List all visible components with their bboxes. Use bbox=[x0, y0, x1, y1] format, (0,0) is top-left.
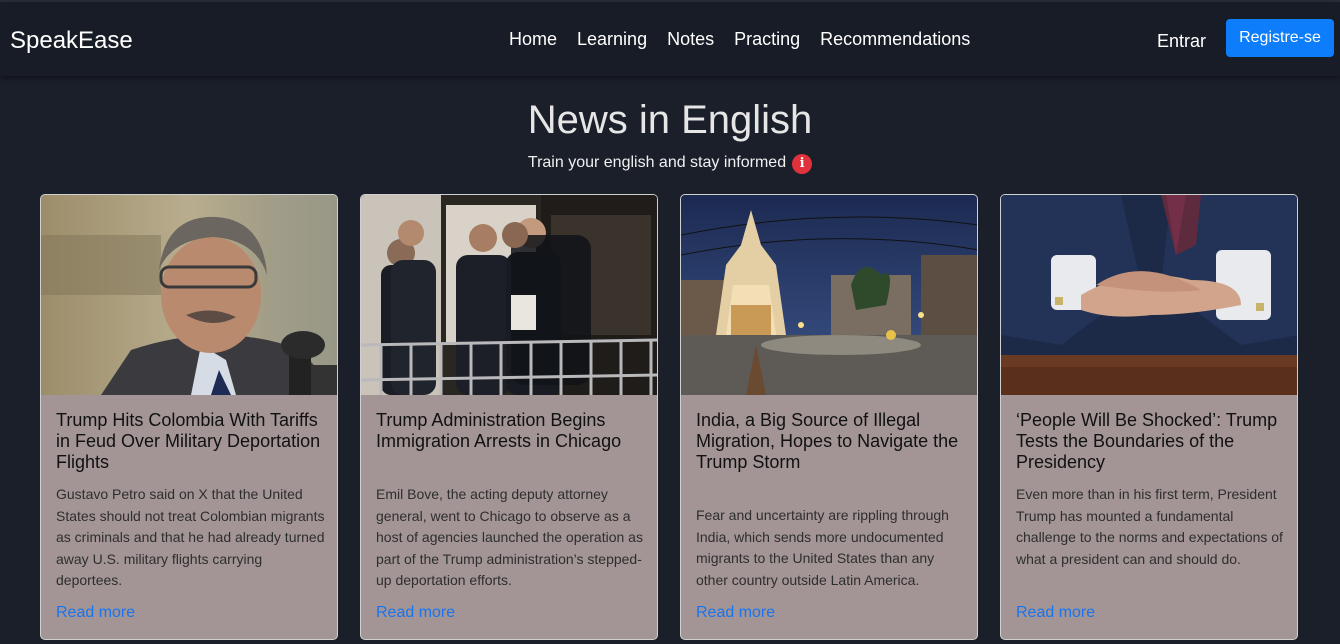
register-button[interactable]: Registre-se bbox=[1226, 19, 1334, 57]
page-title: News in English bbox=[527, 98, 813, 142]
nav-learning[interactable]: Learning bbox=[577, 29, 647, 50]
article-image bbox=[681, 195, 977, 395]
news-card: India, a Big Source of Illegal Migration… bbox=[680, 194, 978, 640]
nav-practing[interactable]: Practing bbox=[734, 29, 800, 50]
article-summary: Even more than in his first term, Presid… bbox=[1016, 486, 1283, 567]
article-image bbox=[41, 195, 337, 395]
nav-recommendations[interactable]: Recommendations bbox=[820, 29, 970, 50]
article-image bbox=[1001, 195, 1297, 395]
brand-logo[interactable]: SpeakEase bbox=[10, 27, 133, 55]
read-more-link[interactable]: Read more bbox=[1016, 604, 1095, 622]
news-card: ‘People Will Be Shocked’: Trump Tests th… bbox=[1000, 194, 1298, 640]
article-summary: Emil Bove, the acting deputy attorney ge… bbox=[376, 486, 643, 588]
article-summary: Fear and uncertainty are rippling throug… bbox=[696, 507, 949, 588]
page-subtitle: Train your english and stay informed i bbox=[0, 154, 1340, 174]
news-card: Trump Administration Begins Immigration … bbox=[360, 194, 658, 640]
article-title: Trump Hits Colombia With Tariffs in Feud… bbox=[56, 410, 321, 472]
nav-notes[interactable]: Notes bbox=[667, 29, 714, 50]
subtitle-text: Train your english and stay informed bbox=[527, 154, 787, 171]
login-link[interactable]: Entrar bbox=[1157, 31, 1206, 52]
navbar: SpeakEase Home Learning Notes Practing R… bbox=[0, 2, 1340, 76]
article-title: India, a Big Source of Illegal Migration… bbox=[696, 410, 959, 472]
main-nav: Home Learning Notes Practing Recommendat… bbox=[509, 29, 970, 50]
news-card: Trump Hits Colombia With Tariffs in Feud… bbox=[40, 194, 338, 640]
article-title: ‘People Will Be Shocked’: Trump Tests th… bbox=[1016, 410, 1278, 472]
article-image bbox=[361, 195, 657, 395]
info-icon[interactable]: i bbox=[792, 154, 813, 174]
article-title: Trump Administration Begins Immigration … bbox=[376, 410, 622, 451]
read-more-link[interactable]: Read more bbox=[56, 604, 135, 622]
nav-home[interactable]: Home bbox=[509, 29, 557, 50]
read-more-link[interactable]: Read more bbox=[696, 604, 775, 622]
read-more-link[interactable]: Read more bbox=[376, 604, 455, 622]
article-summary: Gustavo Petro said on X that the United … bbox=[56, 486, 325, 588]
